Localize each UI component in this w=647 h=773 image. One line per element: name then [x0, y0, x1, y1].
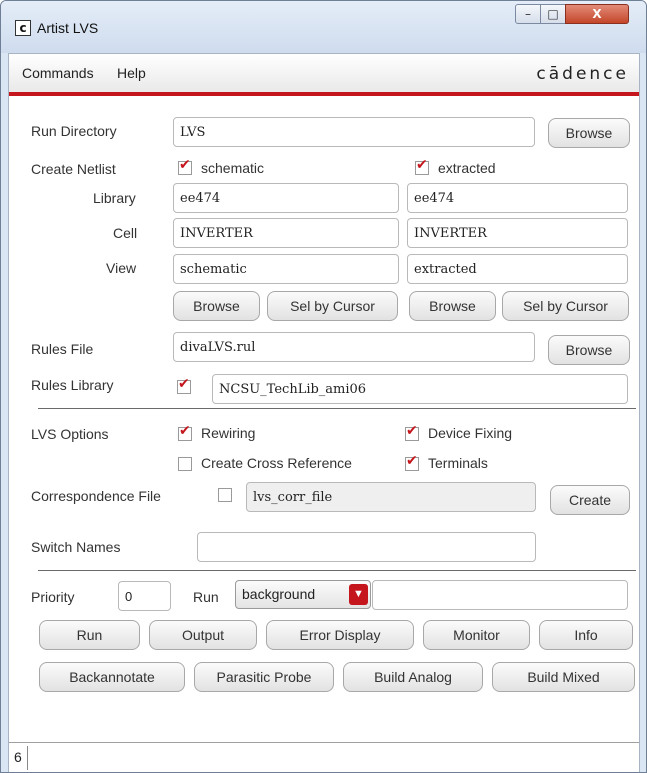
check-icon: ✔	[406, 423, 418, 439]
backannotate-button[interactable]: Backannotate	[39, 662, 185, 692]
cadence-logo: cādence	[536, 64, 629, 84]
run-extra-field[interactable]	[372, 580, 628, 610]
close-button[interactable]: X	[565, 4, 629, 24]
error-display-button[interactable]: Error Display	[266, 620, 414, 650]
extracted-cell-field[interactable]: INVERTER	[407, 218, 628, 248]
title-bar[interactable]: c Artist LVS – □ X	[1, 1, 646, 53]
info-button[interactable]: Info	[539, 620, 633, 650]
create-netlist-label: Create Netlist	[31, 161, 116, 177]
rules-file-label: Rules File	[31, 341, 94, 357]
cell-label: Cell	[113, 225, 138, 241]
rewiring-label: Rewiring	[201, 425, 256, 441]
view-label: View	[106, 260, 137, 276]
schematic-view-field[interactable]: schematic	[173, 254, 399, 284]
maximize-button[interactable]: □	[540, 4, 566, 24]
run-mode-dropdown[interactable]: background ▼	[235, 580, 371, 609]
run-mode-label: Run	[193, 589, 219, 605]
priority-label: Priority	[31, 589, 75, 605]
check-icon: ✔	[179, 423, 191, 439]
correspondence-create-button[interactable]: Create	[550, 485, 630, 515]
window-title: Artist LVS	[37, 20, 99, 36]
priority-field[interactable]: 0	[118, 581, 171, 611]
rules-file-browse-button[interactable]: Browse	[548, 335, 630, 365]
check-icon: ✔	[406, 453, 418, 469]
brand-stripe	[9, 92, 639, 96]
output-button[interactable]: Output	[149, 620, 257, 650]
rules-library-checkbox[interactable]: ✔	[177, 376, 191, 394]
status-bar: 6	[9, 742, 639, 772]
switch-names-label: Switch Names	[31, 539, 121, 555]
run-mode-value: background	[242, 586, 316, 602]
terminals-checkbox[interactable]: ✔	[405, 453, 419, 471]
app-icon: c	[15, 20, 31, 36]
library-label: Library	[93, 190, 136, 206]
extracted-browse-button[interactable]: Browse	[409, 291, 496, 321]
app-window: c Artist LVS – □ X Commands Help cādence…	[0, 0, 647, 773]
rules-library-label: Rules Library	[31, 377, 114, 393]
form-body: Commands Help cādence Run Directory LVS …	[8, 53, 640, 772]
run-directory-label: Run Directory	[31, 123, 117, 139]
check-icon: ✔	[179, 157, 191, 173]
create-cross-reference-checkbox[interactable]	[178, 457, 192, 471]
build-analog-button[interactable]: Build Analog	[343, 662, 483, 692]
parasitic-probe-button[interactable]: Parasitic Probe	[194, 662, 334, 692]
extracted-checkbox[interactable]: ✔	[415, 157, 429, 175]
monitor-button[interactable]: Monitor	[423, 620, 530, 650]
minimize-button[interactable]: –	[515, 4, 541, 24]
correspondence-file-label: Correspondence File	[31, 488, 161, 504]
chevron-down-icon: ▼	[349, 584, 368, 605]
status-text: 6	[14, 749, 22, 765]
correspondence-file-field[interactable]: lvs_corr_file	[246, 482, 536, 512]
switch-names-field[interactable]	[197, 532, 536, 562]
schematic-cell-field[interactable]: INVERTER	[173, 218, 399, 248]
correspondence-file-checkbox[interactable]	[218, 488, 232, 502]
schematic-sel-by-cursor-button[interactable]: Sel by Cursor	[267, 291, 398, 321]
extracted-label: extracted	[438, 160, 496, 176]
extracted-sel-by-cursor-button[interactable]: Sel by Cursor	[502, 291, 629, 321]
menu-bar: Commands Help cādence	[9, 54, 639, 92]
device-fixing-checkbox[interactable]: ✔	[405, 423, 419, 441]
schematic-library-field[interactable]: ee474	[173, 183, 399, 213]
run-directory-browse-button[interactable]: Browse	[548, 118, 630, 148]
lvs-options-label: LVS Options	[31, 426, 109, 442]
schematic-checkbox[interactable]: ✔	[178, 157, 192, 175]
extracted-library-field[interactable]: ee474	[407, 183, 628, 213]
menu-commands[interactable]: Commands	[22, 65, 94, 81]
extracted-view-field[interactable]: extracted	[407, 254, 628, 284]
create-cross-reference-label: Create Cross Reference	[201, 455, 352, 471]
rules-library-field[interactable]: NCSU_TechLib_ami06	[212, 374, 628, 404]
schematic-label: schematic	[201, 160, 265, 176]
schematic-browse-button[interactable]: Browse	[173, 291, 260, 321]
status-divider	[27, 746, 28, 770]
separator	[38, 570, 636, 571]
check-icon: ✔	[178, 376, 190, 392]
build-mixed-button[interactable]: Build Mixed	[492, 662, 635, 692]
terminals-label: Terminals	[428, 455, 488, 471]
run-button[interactable]: Run	[39, 620, 140, 650]
rules-file-field[interactable]: divaLVS.rul	[173, 332, 535, 362]
run-directory-field[interactable]: LVS	[173, 117, 535, 147]
check-icon: ✔	[416, 157, 428, 173]
device-fixing-label: Device Fixing	[428, 425, 513, 441]
separator	[38, 408, 636, 409]
rewiring-checkbox[interactable]: ✔	[178, 423, 192, 441]
menu-help[interactable]: Help	[117, 65, 146, 81]
